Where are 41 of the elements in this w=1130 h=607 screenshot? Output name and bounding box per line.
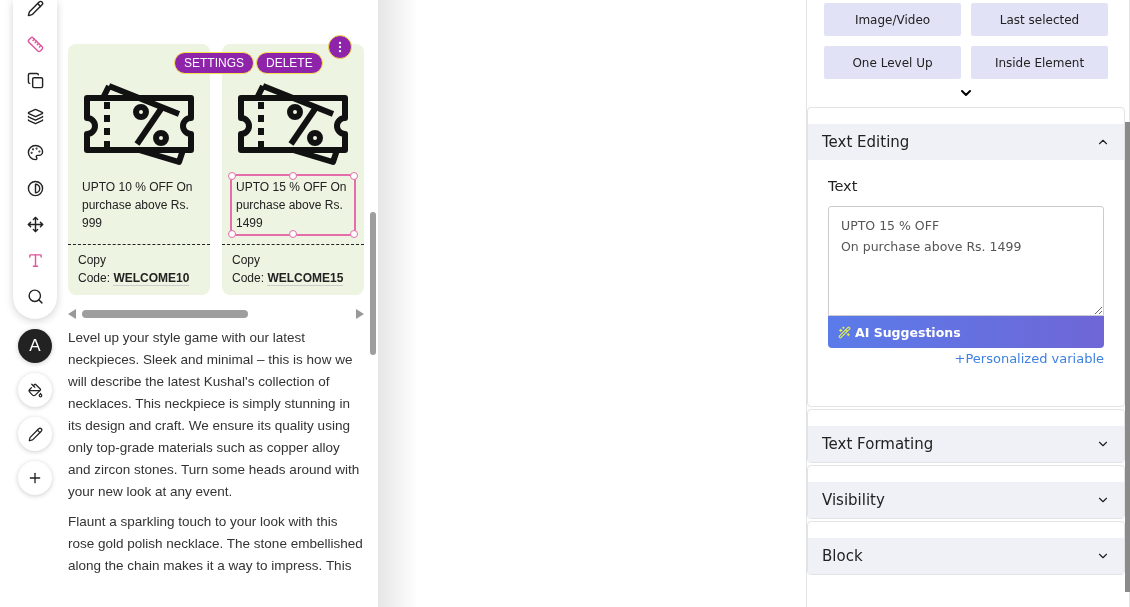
move-icon[interactable] (26, 216, 44, 233)
action-button[interactable]: DELETE (256, 52, 323, 74)
paragraph: Flaunt a sparkling touch to your look with this rose gold polish necklace. The stone embellished along the chain makes it a way to impress. This (68, 513, 364, 575)
magic-wand-icon (838, 325, 851, 339)
coupon-code: Copy Code: WELCOME10 (77, 252, 191, 287)
copy-icon[interactable] (26, 72, 44, 89)
ruler-icon[interactable] (26, 36, 44, 53)
scroll-left-icon[interactable] (68, 309, 76, 319)
offer-text: UPTO 15 % OFF On purchase above Rs. 1499 (230, 174, 356, 236)
select-button[interactable]: Last selected (971, 3, 1108, 36)
contrast-icon[interactable] (26, 180, 44, 197)
layers-icon[interactable] (26, 108, 44, 125)
select-button[interactable]: One Level Up (824, 46, 961, 79)
ai-suggestions-button[interactable]: AI Suggestions (828, 316, 1104, 348)
search-icon[interactable] (26, 288, 44, 305)
paint-bucket-button[interactable] (18, 373, 52, 407)
avatar[interactable]: A (18, 329, 52, 363)
pencil-button[interactable] (18, 417, 52, 451)
more-button[interactable] (328, 35, 352, 59)
palette-icon[interactable] (26, 144, 44, 161)
coupon-code: Copy Code: WELCOME15 (231, 252, 345, 287)
plus-icon (27, 470, 43, 486)
action-button[interactable]: SETTINGS (174, 52, 254, 74)
paint-bucket-icon (27, 382, 43, 398)
section-header[interactable]: Visibility (808, 482, 1124, 518)
section-header[interactable]: Text Formating (808, 426, 1124, 462)
scroll-right-icon[interactable] (356, 309, 364, 319)
add-button[interactable] (18, 461, 52, 495)
horizontal-scrollbar[interactable] (82, 310, 249, 318)
field-label: Text (828, 178, 859, 194)
paragraph: Level up your style game with our latest neckpieces. Sleek and minimal – this is how we will describe the latest Kushal's collection of necklaces. This neckpiece is simply stunning in its design and craft. We ensure its quality using only top-grade materials such as copper alloy and zircon stones. Turn some heads around with your new look at any event. (68, 329, 361, 501)
select-button[interactable]: Inside Element (971, 46, 1108, 79)
personalized-variable-link[interactable]: +Personalized variable (954, 351, 1104, 366)
text-size-icon[interactable] (26, 252, 44, 269)
section-header[interactable]: Block (808, 538, 1124, 574)
section-header[interactable]: Text Editing (808, 124, 1124, 160)
text-area[interactable]: UPTO 15 % OFF On purchase above Rs. 1499 (828, 206, 1104, 316)
pencil-icon[interactable] (26, 0, 44, 17)
offer-text: UPTO 10 % OFF On purchase above Rs. 999 (81, 179, 194, 232)
select-button[interactable]: Image/Video (824, 3, 961, 36)
pencil-icon (27, 426, 43, 442)
